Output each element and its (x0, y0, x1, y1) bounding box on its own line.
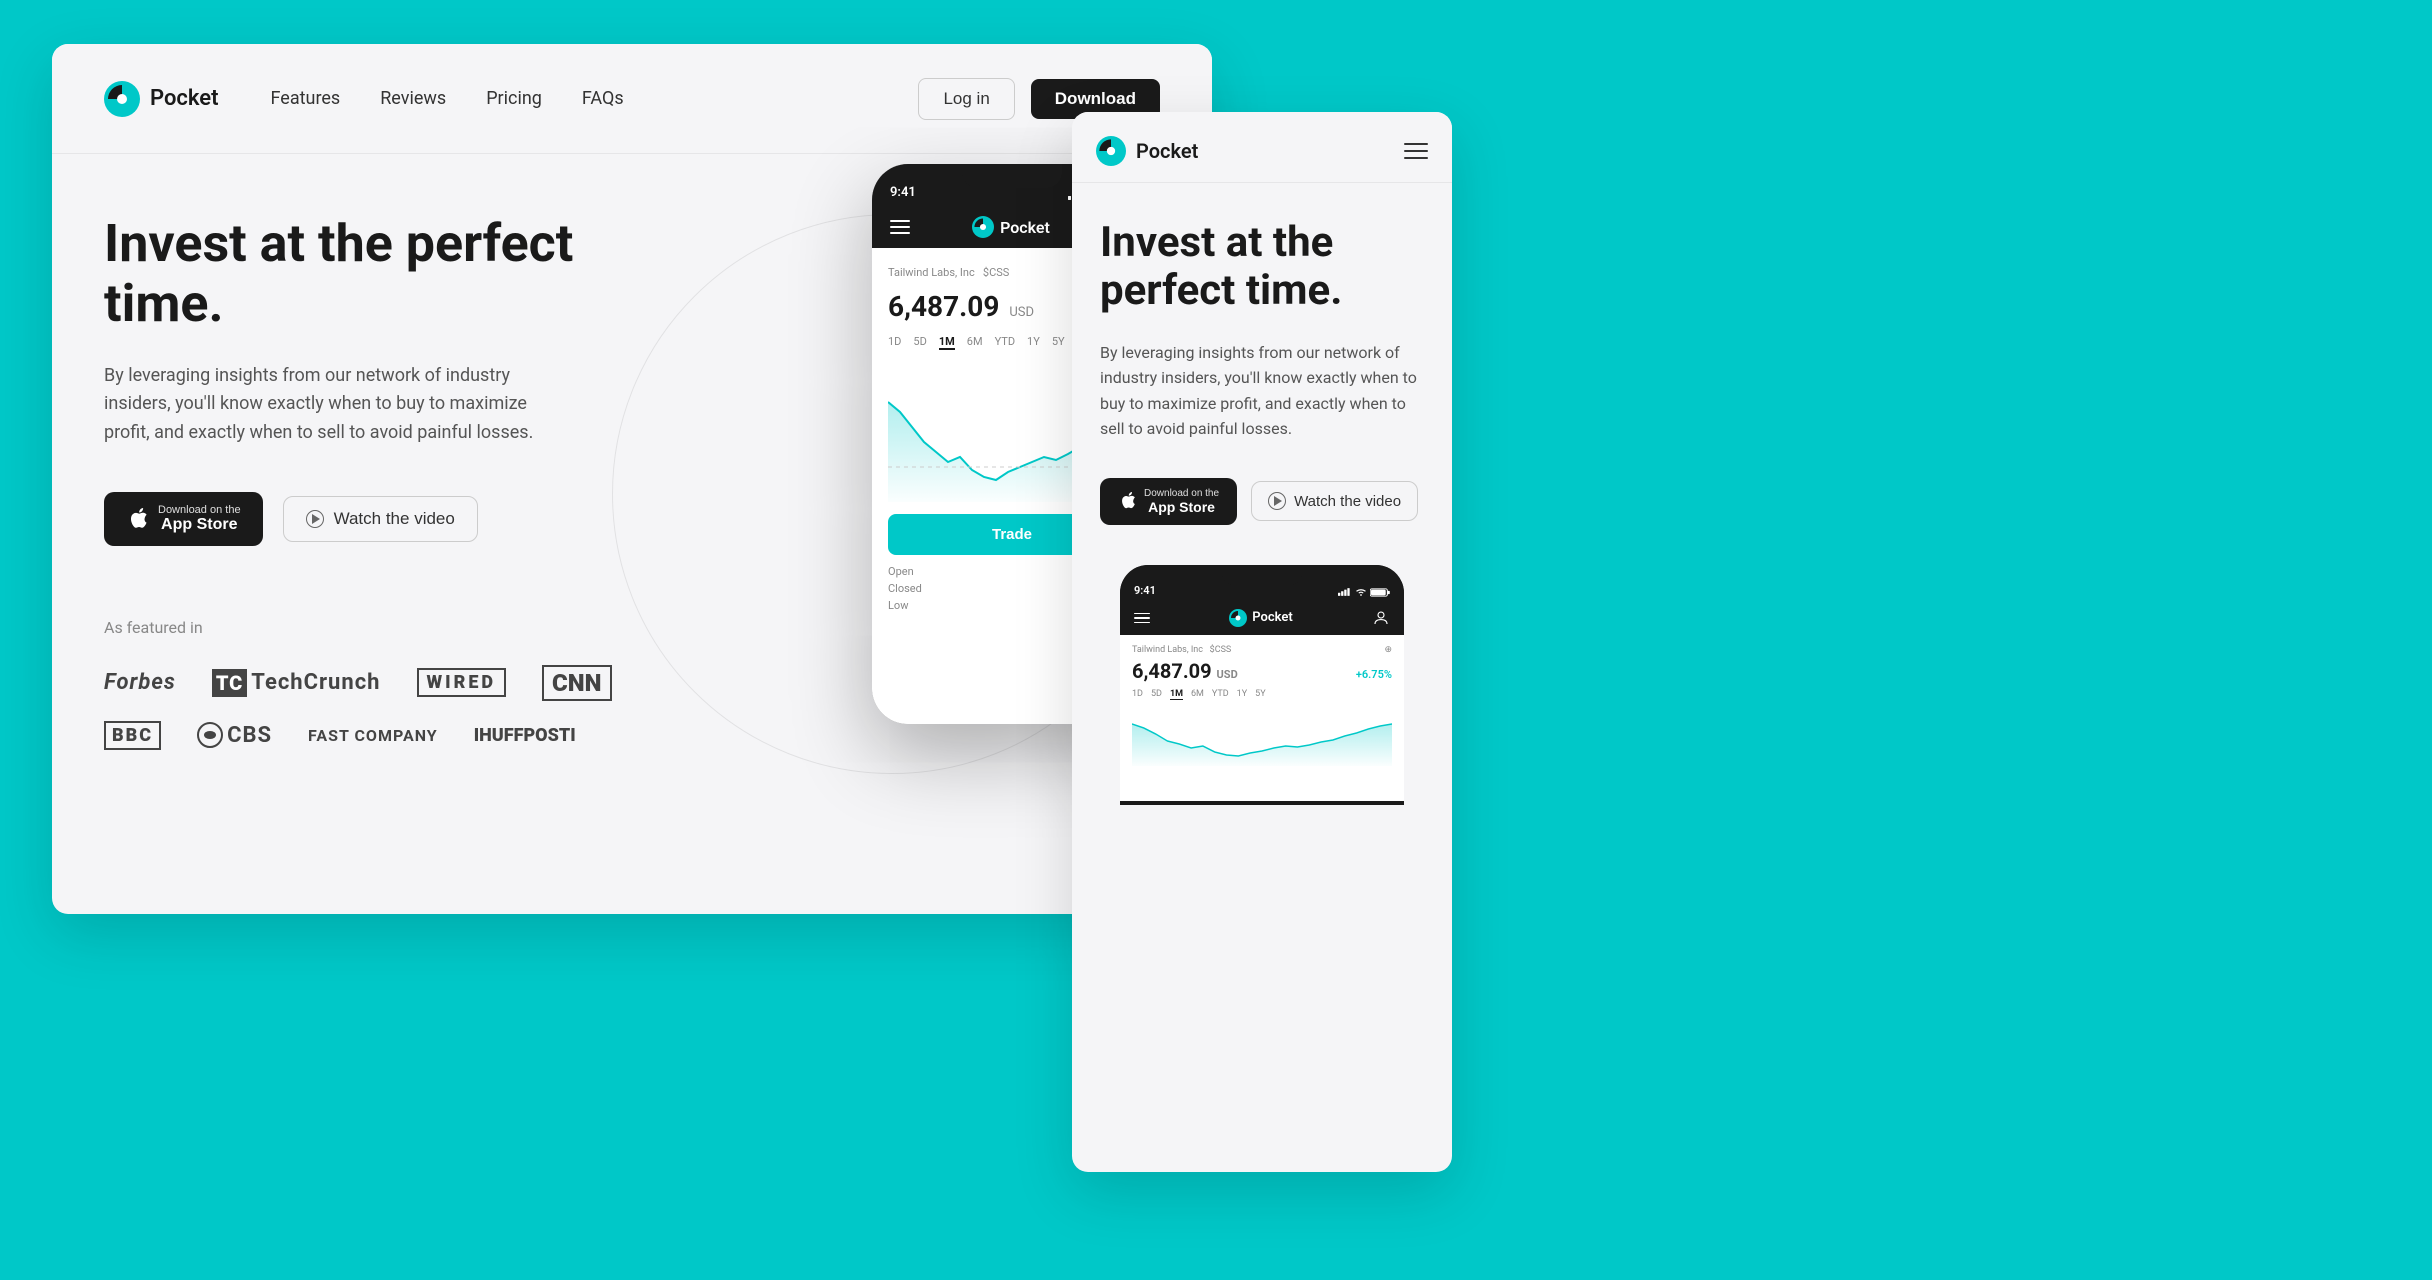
mobile-phone-time: 9:41 (1134, 584, 1156, 597)
hamburger-line-2 (1404, 150, 1428, 152)
mobile-signal-icon (1338, 588, 1352, 596)
open-label: Open (888, 565, 914, 578)
featured-label: As featured in (104, 618, 624, 637)
hero-buttons: Download on the App Store Watch the vide… (104, 492, 624, 546)
mobile-navbar: Pocket (1072, 112, 1452, 183)
nav-pricing[interactable]: Pricing (486, 88, 542, 109)
nav-links: Features Reviews Pricing FAQs (271, 88, 919, 109)
mobile-wifi-icon (1355, 588, 1367, 596)
appstore-main: App Store (158, 516, 241, 534)
phone-menu-icon (890, 220, 910, 234)
mobile-appstore-main: App Store (1144, 499, 1219, 515)
mobile-play-triangle (1274, 496, 1282, 506)
mobile-phone-area: 9:41 (1100, 565, 1424, 805)
watch-video-button[interactable]: Watch the video (283, 496, 478, 542)
mobile-logo[interactable]: Pocket (1096, 136, 1198, 166)
phone-pocket-logo (972, 216, 994, 238)
stock-price: 6,487.09 (888, 290, 999, 323)
watch-label: Watch the video (334, 509, 455, 529)
mobile-hero-subtitle: By leveraging insights from our network … (1100, 340, 1424, 442)
mobile-card: Pocket Invest at the perfect time. By le… (1072, 112, 1452, 1172)
phone-logo: Pocket (972, 216, 1050, 238)
nav-features[interactable]: Features (271, 88, 341, 109)
mobile-hero-buttons: Download on the App Store Watch the vide… (1100, 478, 1424, 525)
hero-content: Invest at the perfect time. By leveragin… (104, 214, 624, 914)
mobile-play-icon (1268, 492, 1286, 510)
login-button[interactable]: Log in (918, 78, 1014, 120)
mobile-battery-icon (1370, 588, 1390, 597)
fastco-logo: FAST COMPANY (308, 726, 438, 745)
hero-subtitle: By leveraging insights from our network … (104, 362, 564, 448)
cbs-logo: CBS (197, 722, 272, 748)
mobile-appstore-text: Download on the App Store (1144, 488, 1219, 515)
appstore-button[interactable]: Download on the App Store (104, 492, 263, 546)
mini-phone-content: Tailwind Labs, Inc $CSS ⊕ 6,487.09 USD +… (1120, 635, 1404, 801)
mobile-phone-mockup: 9:41 (1120, 565, 1404, 805)
appstore-text: Download on the App Store (158, 504, 241, 534)
hamburger-line-3 (1404, 157, 1428, 159)
stock-currency: USD (1009, 305, 1034, 320)
nav-reviews[interactable]: Reviews (380, 88, 446, 109)
mobile-hero: Invest at the perfect time. By leveragin… (1072, 183, 1452, 805)
techcrunch-logo: TC TechCrunch (212, 669, 381, 697)
play-triangle (312, 514, 320, 524)
mini-stock-company: Tailwind Labs, Inc $CSS (1132, 645, 1231, 655)
mobile-hero-title: Invest at the perfect time. (1100, 219, 1424, 316)
featured-section: As featured in Forbes TC TechCrunch WIRE… (104, 618, 624, 750)
tab-ytd[interactable]: YTD (995, 335, 1015, 350)
mobile-phone-nav-bar: Pocket (1120, 603, 1404, 635)
tab-6m[interactable]: 6M (967, 335, 983, 350)
tab-1y[interactable]: 1Y (1027, 335, 1040, 350)
mini-brand-name: Pocket (1252, 610, 1293, 625)
phone-brand-name: Pocket (1000, 218, 1050, 237)
mini-pocket-logo (1229, 609, 1247, 627)
phone-notch (962, 164, 1062, 188)
closed-label: Closed (888, 582, 922, 595)
apple-icon (126, 506, 148, 532)
tab-5d[interactable]: 5D (913, 335, 926, 350)
mobile-menu-button[interactable] (1404, 143, 1428, 159)
appstore-sub: Download on the (158, 504, 241, 516)
hero-title: Invest at the perfect time. (104, 214, 624, 334)
tab-5y[interactable]: 5Y (1052, 335, 1065, 350)
cnn-logo: CNN (542, 665, 611, 701)
tab-1d[interactable]: 1D (888, 335, 901, 350)
phone-time: 9:41 (890, 185, 916, 200)
mini-menu-icon (1134, 613, 1150, 624)
nav-faqs[interactable]: FAQs (582, 88, 624, 109)
wired-logo: WIRED (417, 668, 507, 697)
mobile-watch-label: Watch the video (1294, 493, 1401, 510)
mobile-appstore-sub: Download on the (1144, 488, 1219, 499)
bbc-logo: BBC (104, 721, 161, 750)
low-label: Low (888, 599, 908, 612)
play-icon (306, 510, 324, 528)
mini-chart (1132, 706, 1392, 766)
tab-1m[interactable]: 1M (939, 335, 955, 350)
mini-stock-price: 6,487.09 USD (1132, 659, 1238, 683)
stock-company: Tailwind Labs, Inc $CSS (888, 266, 1009, 279)
forbes-logo: Forbes (104, 670, 176, 695)
mini-user-icon (1372, 609, 1390, 627)
mobile-appstore-button[interactable]: Download on the App Store (1100, 478, 1237, 525)
hero-section: Invest at the perfect time. By leveragin… (52, 154, 1212, 914)
huffpost-logo: IHUFFPOSTI (474, 725, 576, 746)
mobile-phone-notch (1222, 565, 1302, 585)
mobile-watch-video-button[interactable]: Watch the video (1251, 481, 1418, 521)
mobile-pocket-logo-icon (1096, 136, 1126, 166)
mobile-apple-icon (1118, 490, 1136, 512)
hamburger-line-1 (1404, 143, 1428, 145)
logos-row-1: Forbes TC TechCrunch WIRED CNN (104, 665, 624, 701)
mini-phone-logo: Pocket (1229, 609, 1293, 627)
mobile-brand-name: Pocket (1136, 139, 1198, 163)
pocket-logo-icon (104, 81, 140, 117)
brand-name: Pocket (150, 86, 219, 111)
logo[interactable]: Pocket (104, 81, 219, 117)
logos-row-2: BBC CBS FAST COMPANY IHUFFPOSTI (104, 721, 624, 750)
mini-stock-change: +6.75% (1356, 668, 1392, 681)
desktop-card: Pocket Features Reviews Pricing FAQs Log… (52, 44, 1212, 914)
